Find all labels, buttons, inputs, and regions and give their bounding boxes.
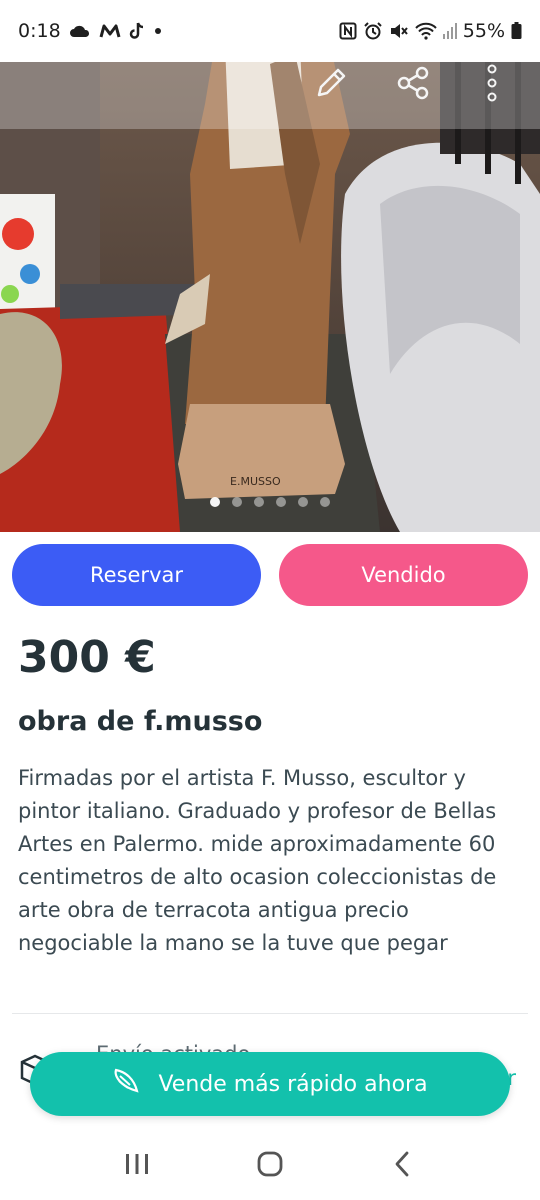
sell-faster-button[interactable]: Vende más rápido ahora [30, 1052, 510, 1116]
battery-icon [511, 22, 522, 40]
section-divider [12, 1013, 528, 1014]
carousel-dot[interactable] [320, 497, 330, 507]
status-bar: 0:18 55% [0, 0, 540, 62]
system-nav-bar [0, 1128, 540, 1200]
signal-icon [442, 22, 457, 40]
carousel-dot[interactable] [276, 497, 286, 507]
sell-faster-label: Vende más rápido ahora [158, 1071, 428, 1097]
listing-price: 300 € [18, 632, 156, 683]
carousel-indicator [0, 497, 540, 507]
battery-percent: 55% [462, 20, 505, 42]
listing-description: Firmadas por el artista F. Musso, escult… [18, 766, 497, 955]
reserve-button[interactable]: Reservar [12, 544, 261, 606]
home-icon[interactable] [240, 1134, 300, 1194]
more-icon[interactable] [472, 60, 512, 106]
carousel-dot[interactable] [210, 497, 220, 507]
wifi-icon [415, 22, 437, 40]
carousel-dot[interactable] [254, 497, 264, 507]
dot-icon [153, 26, 163, 36]
wing-icon [112, 1067, 140, 1101]
movistar-icon [99, 23, 121, 39]
mute-icon [389, 22, 409, 40]
cloud-icon [69, 24, 91, 38]
alarm-icon [363, 22, 383, 40]
tiktok-icon [129, 22, 145, 40]
product-photo[interactable]: E.MUSSO [0, 44, 540, 532]
carousel-dot[interactable] [298, 497, 308, 507]
listing-title: obra de f.musso [18, 706, 263, 737]
status-time: 0:18 [18, 20, 61, 42]
nfc-icon [339, 22, 357, 40]
edit-icon[interactable] [308, 60, 354, 106]
share-icon[interactable] [390, 60, 436, 106]
back-icon[interactable] [373, 1134, 433, 1194]
sold-button[interactable]: Vendido [279, 544, 528, 606]
recents-icon[interactable] [107, 1134, 167, 1194]
carousel-dot[interactable] [232, 497, 242, 507]
signature-text: E.MUSSO [230, 475, 281, 488]
